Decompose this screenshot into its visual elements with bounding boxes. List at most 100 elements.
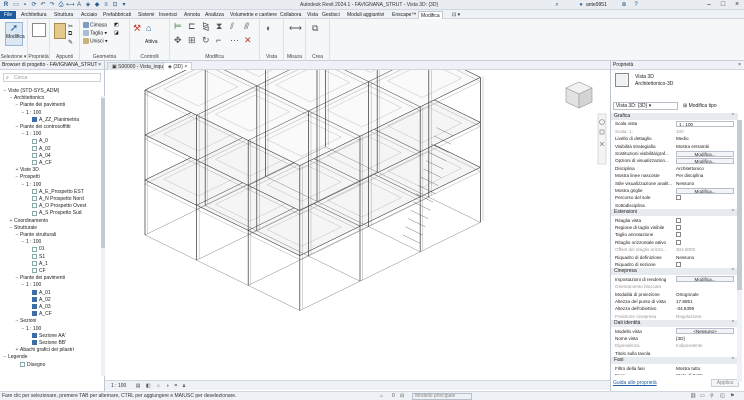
property-value[interactable]: 1 : 100 (676, 120, 734, 127)
tab-prefabbricati[interactable]: Prefabbricati (101, 11, 133, 19)
tab-acciaio[interactable]: Acciaio (79, 11, 99, 19)
paste-icon[interactable] (54, 23, 66, 39)
tab-moduli[interactable]: Moduli aggiuntivi (345, 11, 386, 19)
help-icon[interactable]: ? (632, 1, 640, 9)
section-quick-icon[interactable]: ◆ (93, 1, 101, 9)
text-quick-icon[interactable]: A (75, 1, 83, 9)
properties-section[interactable]: Fasi ⌃ (611, 357, 738, 365)
array-icon[interactable]: ⋯ (230, 36, 239, 45)
properties-section[interactable]: Cinepresa ⌃ (611, 268, 738, 276)
nav-bar[interactable] (597, 113, 607, 165)
collapse-icon[interactable]: ⌃ (731, 268, 735, 275)
3d-view-quick-icon[interactable]: ◈ (84, 1, 92, 9)
crop-icon[interactable]: ⌗ (174, 383, 177, 389)
tab-file[interactable]: File (0, 11, 16, 19)
property-checkbox[interactable] (676, 217, 681, 223)
demolish-icon[interactable]: ⚒ (133, 24, 141, 33)
sync-icon[interactable]: ⟳ (30, 1, 38, 9)
close-browser-icon[interactable]: × (98, 61, 101, 70)
collapse-icon[interactable]: ⌃ (731, 209, 735, 216)
cut-icon[interactable]: ✂ (68, 23, 73, 30)
view-scale[interactable]: 1 : 100 (111, 383, 126, 389)
collapse-icon[interactable]: ⌃ (731, 113, 735, 120)
tab-view-3d[interactable]: ◈ {3D} × (163, 62, 193, 70)
delete-icon[interactable]: ✕ (244, 36, 252, 45)
hide-view-icon[interactable]: ◐ (266, 24, 271, 33)
tab-collabora[interactable]: Collabora (278, 11, 303, 19)
user-name[interactable]: ante9951 (586, 2, 607, 8)
modify-button[interactable]: ➚ Modifica (5, 22, 25, 46)
close-button[interactable]: × (730, 0, 744, 10)
edit-type-button[interactable]: ⊞ Modifica tipo (683, 102, 717, 110)
property-edit-button[interactable]: Modifica... (676, 150, 734, 157)
properties-section[interactable]: Estensioni ⌃ (611, 209, 738, 217)
collapse-icon[interactable]: ⌃ (731, 357, 735, 364)
copy-icon[interactable]: ⧉ (68, 31, 72, 38)
match-icon[interactable]: ✎ (68, 39, 73, 46)
shadows-icon[interactable]: ◑ (166, 383, 169, 389)
tab-volumetrie[interactable]: Volumetrie e cantiere (228, 11, 279, 19)
cope-button[interactable]: Cimasa (83, 22, 107, 29)
properties-section[interactable]: Grafica ⌃ (611, 113, 738, 120)
properties-scroll-thumb[interactable] (737, 120, 742, 290)
redo-icon[interactable]: ↷ (48, 1, 56, 9)
property-checkbox[interactable] (676, 232, 681, 238)
tab-enscape[interactable]: Enscape™ (390, 11, 418, 19)
filter-icon[interactable]: ⚑ (730, 392, 734, 400)
worksets-icon[interactable]: ⌂ (380, 392, 383, 400)
print-icon[interactable]: ⎙ (57, 1, 65, 9)
open-icon[interactable]: ▭ (12, 1, 20, 9)
select-face-icon[interactable]: ◱ (720, 392, 725, 400)
design-options-select[interactable]: Modello principale (412, 393, 472, 400)
thin-lines-icon[interactable]: ≡ (102, 1, 110, 9)
maximize-button[interactable]: □ (716, 0, 730, 10)
tab-annota[interactable]: Annota (182, 11, 202, 19)
property-edit-button[interactable]: Modifica... (676, 187, 734, 194)
select-underlay-icon[interactable]: ▭ (700, 392, 705, 400)
3d-structure-model[interactable] (105, 0, 610, 380)
rotate-icon[interactable]: ↻ (202, 36, 210, 45)
properties-scrollbar[interactable] (737, 120, 742, 382)
create-group-icon[interactable]: ⧉ (312, 24, 318, 33)
property-edit-button[interactable]: Modifica... (676, 157, 734, 164)
property-checkbox[interactable] (676, 195, 681, 201)
tab-analizza[interactable]: Analizza (203, 11, 226, 19)
copy-element-icon[interactable]: ⊞ (188, 36, 196, 45)
lock-3d-icon[interactable]: 🔒︎ (183, 383, 186, 389)
join-button[interactable]: Unisci ▾ (83, 38, 108, 45)
editing-requests-icon[interactable]: ⊟ (400, 392, 404, 400)
drawing-area[interactable] (105, 0, 610, 380)
detail-level-icon[interactable]: ▤ (136, 383, 141, 389)
minimize-button[interactable]: – (702, 0, 716, 10)
search-help-icon[interactable]: ⌕ (553, 1, 561, 9)
property-checkbox[interactable] (676, 225, 681, 230)
offset-icon[interactable]: ⊏ (188, 22, 196, 31)
split-icon[interactable]: ⫽ (230, 22, 234, 31)
split-face-icon[interactable]: ◪ (114, 30, 119, 37)
sun-path-icon[interactable]: ☼ (156, 383, 161, 389)
tab-modifica[interactable]: Modifica (418, 11, 443, 19)
property-checkbox[interactable] (676, 239, 681, 245)
activate-icon[interactable]: ⌂ (146, 24, 151, 33)
trim-icon[interactable]: ⌐ (216, 36, 221, 45)
close-properties-icon[interactable]: × (738, 61, 741, 70)
apply-button[interactable]: Applica (711, 379, 739, 387)
tab-gestisci[interactable]: Gestisci (320, 11, 342, 19)
collapse-icon[interactable]: ⌃ (731, 320, 735, 327)
visual-style-icon[interactable]: ◧ (146, 383, 151, 389)
tree-node[interactable]: Disegno (14, 361, 45, 369)
measure-icon[interactable]: ⟷ (289, 24, 302, 33)
tab-vista[interactable]: Vista (305, 11, 320, 19)
undo-icon[interactable]: ↶ (39, 1, 47, 9)
tab-extra-dropdown[interactable]: ⊡ ▾ (450, 11, 462, 19)
property-checkbox[interactable] (676, 262, 681, 267)
browser-search-input[interactable]: ⌕ Cerca (3, 73, 101, 82)
view-cube[interactable] (565, 81, 593, 109)
revit-logo-icon[interactable]: R (2, 1, 10, 9)
view-selector[interactable]: Vista 3D: {3D} ▾ (613, 102, 678, 110)
mirror-draw-icon[interactable]: ⧗ (216, 22, 222, 31)
properties-section[interactable]: Dati identità ⌃ (611, 320, 738, 328)
measure-quick-icon[interactable]: ⟷ (66, 1, 75, 9)
select-dropdown[interactable]: Selezione ▾ (0, 54, 27, 60)
paint-icon[interactable]: ◩ (114, 22, 119, 29)
